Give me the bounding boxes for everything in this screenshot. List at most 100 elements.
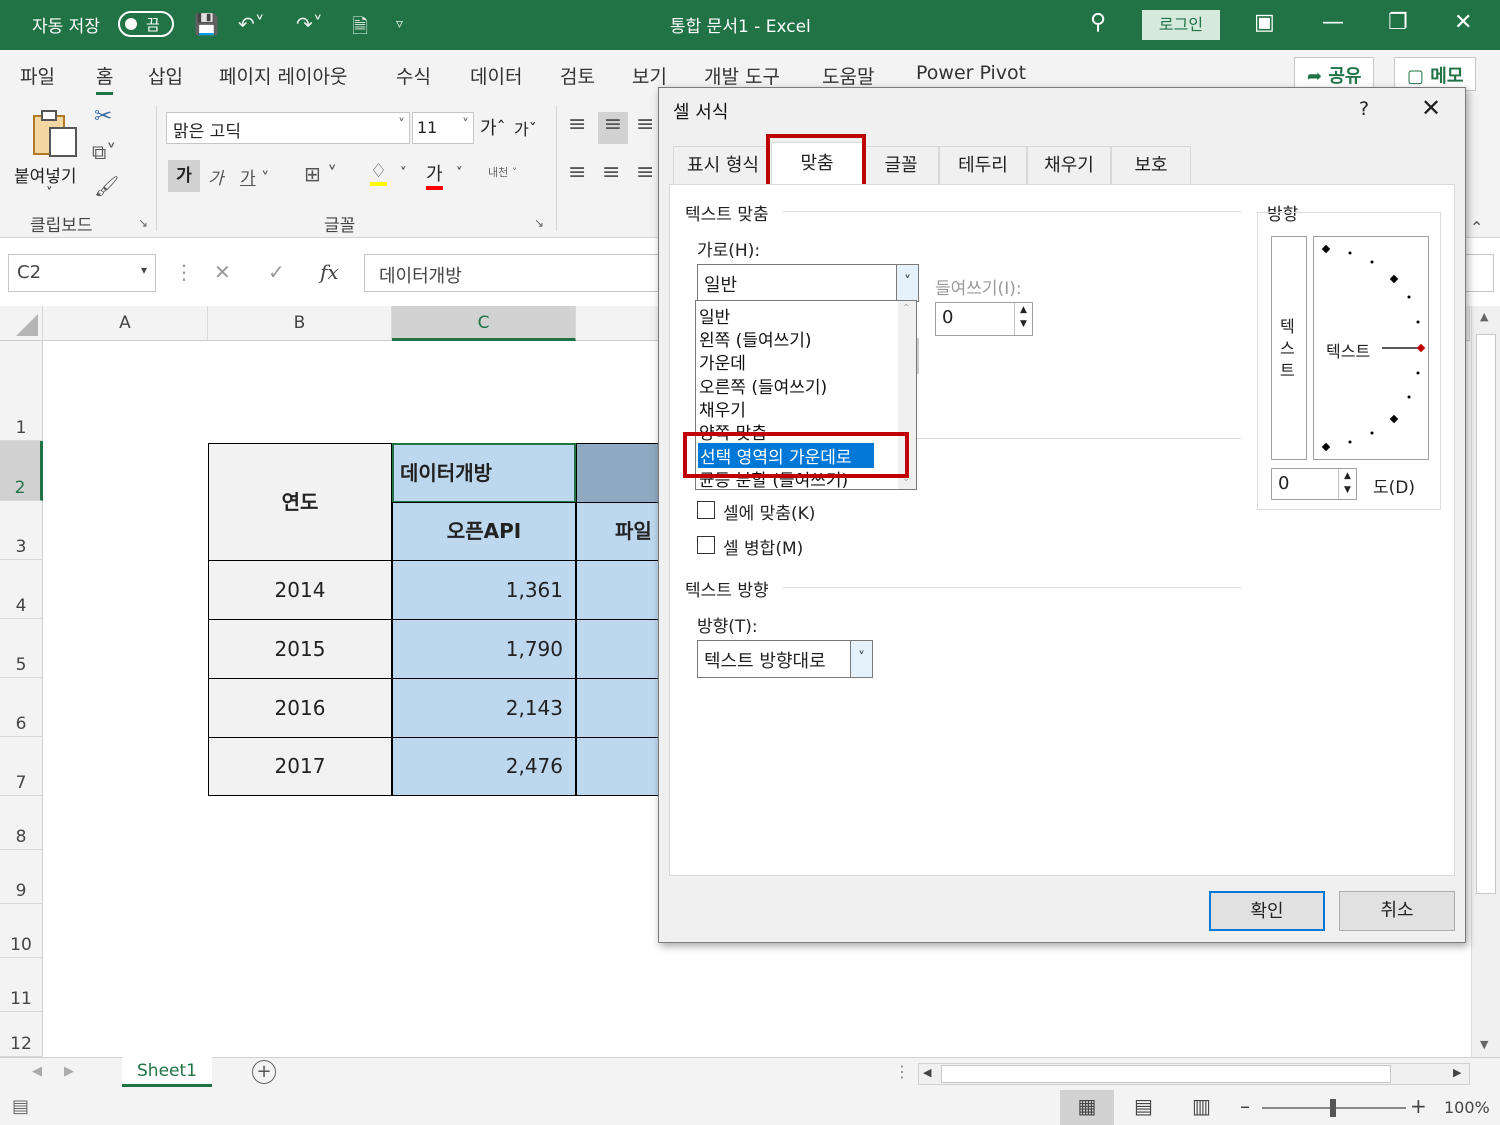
- option-right-indent[interactable]: 오른쪽 (들여쓰기): [699, 373, 827, 398]
- tab-view[interactable]: 보기: [632, 62, 667, 89]
- tab-review[interactable]: 검토: [560, 62, 595, 89]
- scroll-right-icon[interactable]: ▶: [1453, 1066, 1461, 1079]
- search-icon[interactable]: ⚲: [1090, 10, 1106, 35]
- zoom-out-icon[interactable]: –: [1240, 1094, 1250, 1118]
- year-cell[interactable]: 2014: [208, 560, 392, 620]
- prev-sheet-icon[interactable]: ◀: [32, 1064, 42, 1079]
- italic-button[interactable]: 가: [208, 164, 224, 189]
- file-count-cell[interactable]: [576, 737, 666, 796]
- insert-function-icon[interactable]: fx: [320, 260, 339, 284]
- row-header-10[interactable]: 10: [0, 904, 43, 958]
- year-cell[interactable]: 2016: [208, 678, 392, 738]
- vertical-text-button[interactable]: 텍 스 트: [1271, 236, 1307, 460]
- tab-border[interactable]: 테두리: [939, 146, 1027, 184]
- phonetic-button[interactable]: 내천 ˅: [488, 164, 517, 180]
- tab-power-pivot[interactable]: Power Pivot: [916, 62, 1026, 84]
- font-launcher-icon[interactable]: ↘: [534, 216, 544, 230]
- horizontal-scrollbar[interactable]: ◀ ▶: [918, 1063, 1470, 1085]
- tab-data[interactable]: 데이터: [470, 62, 522, 89]
- row-header-3[interactable]: 3: [0, 501, 43, 560]
- file-header-cell[interactable]: 파일: [576, 502, 666, 561]
- open-api-header-cell[interactable]: 오픈API: [392, 502, 576, 561]
- page-break-view-icon[interactable]: ▥: [1192, 1094, 1211, 1118]
- fit-cell-checkbox[interactable]: [697, 501, 715, 519]
- zoom-slider-thumb[interactable]: [1330, 1099, 1336, 1117]
- merge-cells-checkbox[interactable]: [697, 536, 715, 554]
- zoom-slider[interactable]: [1262, 1099, 1406, 1117]
- spin-arrows-icon[interactable]: ▲ ▼: [1338, 469, 1356, 499]
- file-count-cell[interactable]: [576, 560, 666, 620]
- print-preview-icon[interactable]: 🗎: [352, 12, 368, 46]
- row-header-11[interactable]: 11: [0, 958, 43, 1012]
- ribbon-display-icon[interactable]: ▣: [1254, 10, 1275, 35]
- add-sheet-icon[interactable]: +: [252, 1060, 276, 1084]
- api-count-cell[interactable]: 1,361: [392, 560, 576, 620]
- year-header-cell[interactable]: 연도: [208, 443, 392, 561]
- tab-page-layout[interactable]: 페이지 레이아웃: [219, 62, 347, 89]
- scroll-up-icon[interactable]: ▲: [1480, 310, 1488, 323]
- data-open-header-cell[interactable]: 데이터개방: [392, 443, 576, 503]
- column-header-c[interactable]: C: [392, 306, 576, 341]
- chevron-down-icon[interactable]: ˅: [400, 166, 407, 181]
- memo-button[interactable]: ▢ 메모: [1394, 57, 1477, 91]
- zoom-level[interactable]: 100%: [1444, 1098, 1490, 1117]
- font-color-button[interactable]: 가: [426, 160, 443, 190]
- redo-icon[interactable]: ↷˅: [296, 12, 323, 36]
- underline-button[interactable]: 가 ˅: [240, 164, 270, 189]
- select-all-corner[interactable]: [0, 306, 43, 341]
- tab-formulas[interactable]: 수식: [396, 62, 431, 89]
- year-cell[interactable]: 2017: [208, 737, 392, 796]
- copy-icon[interactable]: ⧉˅: [92, 140, 116, 164]
- tab-file[interactable]: 파일: [20, 62, 55, 89]
- row-header-1[interactable]: 1: [0, 341, 43, 441]
- save-icon[interactable]: 💾: [194, 12, 219, 36]
- scroll-thumb[interactable]: [941, 1065, 1391, 1083]
- row-header-4[interactable]: 4: [0, 560, 43, 619]
- scroll-left-icon[interactable]: ◀: [923, 1066, 931, 1079]
- row-header-12[interactable]: 12: [0, 1012, 43, 1057]
- scroll-up-icon[interactable]: ⌃: [902, 303, 910, 314]
- customize-qat-icon[interactable]: ▿: [396, 16, 403, 32]
- align-right-icon[interactable]: ≡: [636, 160, 654, 185]
- year-cell[interactable]: 2015: [208, 619, 392, 679]
- spin-arrows-icon[interactable]: ▲ ▼: [1014, 303, 1032, 335]
- grow-font-button[interactable]: 가ˆ: [480, 114, 506, 140]
- option-center[interactable]: 가운데: [699, 349, 746, 374]
- row-header-2[interactable]: 2: [0, 441, 43, 501]
- cancel-button[interactable]: 취소: [1339, 891, 1455, 931]
- row-header-7[interactable]: 7: [0, 737, 43, 796]
- tab-insert[interactable]: 삽입: [148, 62, 183, 89]
- accessibility-icon[interactable]: ▤: [12, 1096, 29, 1117]
- tab-help[interactable]: 도움말: [822, 62, 874, 89]
- zoom-in-icon[interactable]: +: [1410, 1094, 1427, 1118]
- text-direction-combo[interactable]: 텍스트 방향대로 ˅: [697, 640, 873, 678]
- border-icon[interactable]: ⊞ ˅: [304, 162, 337, 186]
- api-count-cell[interactable]: 2,476: [392, 737, 576, 796]
- orientation-dial[interactable]: 텍스트: [1313, 236, 1429, 460]
- tab-developer[interactable]: 개발 도구: [704, 62, 780, 89]
- option-general[interactable]: 일반: [699, 303, 730, 328]
- row-header-8[interactable]: 8: [0, 796, 43, 850]
- chevron-down-icon[interactable]: ˅: [850, 641, 872, 677]
- font-name-combo[interactable]: 맑은 고딕 ˅: [166, 112, 410, 144]
- collapse-ribbon-icon[interactable]: ⌃: [1470, 218, 1483, 237]
- paste-button[interactable]: 붙여넣기 ˅: [14, 108, 88, 204]
- sheet-tab[interactable]: Sheet1: [122, 1057, 212, 1087]
- file-count-cell[interactable]: [576, 678, 666, 738]
- login-button[interactable]: 로그인: [1142, 10, 1220, 40]
- api-count-cell[interactable]: 2,143: [392, 678, 576, 738]
- confirm-entry-icon[interactable]: ✓: [268, 260, 285, 284]
- column-header-b[interactable]: B: [208, 306, 392, 341]
- chevron-down-icon[interactable]: ˅: [456, 166, 463, 181]
- fill-color-icon[interactable]: ♢: [370, 160, 388, 186]
- align-middle-icon[interactable]: ≡: [598, 112, 628, 144]
- next-sheet-icon[interactable]: ▶: [64, 1064, 74, 1079]
- align-center-icon[interactable]: ≡: [602, 160, 620, 185]
- vertical-scrollbar[interactable]: ▲ ▼: [1471, 306, 1500, 1058]
- api-count-cell[interactable]: 1,790: [392, 619, 576, 679]
- tab-font[interactable]: 글꼴: [863, 146, 939, 184]
- align-left-icon[interactable]: ≡: [568, 160, 586, 185]
- bold-button[interactable]: 가: [168, 160, 200, 192]
- tab-fill[interactable]: 채우기: [1027, 146, 1111, 184]
- ok-button[interactable]: 확인: [1209, 891, 1325, 931]
